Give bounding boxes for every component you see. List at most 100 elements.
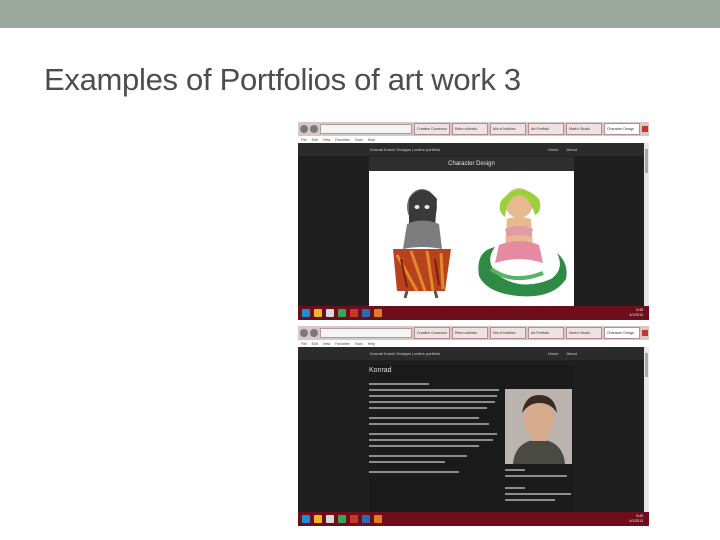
scrollbar-thumb[interactable] xyxy=(645,149,648,173)
windows-taskbar: 9:48 4/1/2013 xyxy=(298,306,649,320)
gallery-panel-title: Character Design xyxy=(369,157,574,171)
menu-tools[interactable]: Tools xyxy=(355,342,363,346)
browser-tab[interactable]: Art Portfolio xyxy=(528,123,564,135)
sidebar-text-line xyxy=(505,493,571,495)
bio-text-line xyxy=(369,445,479,447)
bio-text-line xyxy=(369,383,429,385)
browser-tab[interactable]: Creative Commons xyxy=(414,123,450,135)
creature-artwork-grey[interactable] xyxy=(387,179,457,299)
bio-text-line xyxy=(369,389,499,391)
nav-home-link[interactable]: Home xyxy=(548,351,559,356)
taskbar-clock: 9:48 4/1/2013 xyxy=(629,308,643,318)
folder-icon[interactable] xyxy=(314,309,322,317)
browser-tab-bar: Creative Commons Retro collectio Mix of … xyxy=(298,122,649,136)
address-bar[interactable] xyxy=(320,124,412,134)
browser-tab-bar: Creative Commons Retro collectio Mix of … xyxy=(298,326,649,340)
bio-text-line xyxy=(369,407,487,409)
bio-text-line xyxy=(369,423,489,425)
nav-about-link[interactable]: About xyxy=(567,351,577,356)
gallery-panel: Character Design xyxy=(369,157,574,307)
clock-date: 4/1/2013 xyxy=(629,519,643,523)
browser-screenshot-about-page: Creative Commons Retro collectio Mix of … xyxy=(298,326,649,526)
browser-tab[interactable]: Retro collectio xyxy=(452,123,488,135)
nav-about-link[interactable]: About xyxy=(567,147,577,152)
forward-icon[interactable] xyxy=(310,329,318,337)
slide-top-bar xyxy=(0,0,720,28)
browser-tab[interactable]: Creative Commons xyxy=(414,327,450,339)
browser-tab-active[interactable]: Character Design xyxy=(604,327,640,339)
sidebar-text-line xyxy=(505,475,567,477)
paint-icon[interactable] xyxy=(374,309,382,317)
menu-edit[interactable]: Edit xyxy=(312,138,318,142)
bio-text-line xyxy=(369,395,497,397)
menu-favorites[interactable]: Favorites xyxy=(335,342,349,346)
clock-time: 9:48 xyxy=(636,308,643,312)
paint-icon[interactable] xyxy=(374,515,382,523)
ie-icon[interactable] xyxy=(302,515,310,523)
browser-tab[interactable]: Mark's Studio xyxy=(566,123,602,135)
browser-menu-bar: File Edit View Favorites Tools Help xyxy=(298,340,649,347)
creature-artwork-green[interactable] xyxy=(473,181,568,299)
browser-tab[interactable]: Mix of hobbies xyxy=(490,327,526,339)
slide-title: Examples of Portfolios of art work 3 xyxy=(44,62,521,97)
browser-screenshot-character-design: Creative Commons Retro collectio Mix of … xyxy=(298,122,649,320)
powerpoint-icon[interactable] xyxy=(350,515,358,523)
site-name[interactable]: Konrad Kuech Designs | online portfolio xyxy=(370,351,440,356)
clock-time: 9:49 xyxy=(636,514,643,518)
menu-help[interactable]: Help xyxy=(368,342,375,346)
menu-view[interactable]: View xyxy=(323,138,331,142)
website-viewport: Konrad Kuech Designs | online portfolio … xyxy=(298,347,649,515)
browser-tab[interactable]: Retro collectio xyxy=(452,327,488,339)
powerpoint-icon[interactable] xyxy=(350,309,358,317)
profile-photo xyxy=(505,389,572,464)
menu-file[interactable]: File xyxy=(301,138,307,142)
page-heading: Konrad xyxy=(369,367,392,374)
clock-date: 4/1/2013 xyxy=(629,313,643,317)
folder-icon[interactable] xyxy=(314,515,322,523)
browser-tab[interactable]: Mix of hobbies xyxy=(490,123,526,135)
bio-text-line xyxy=(369,433,497,435)
bio-text-line xyxy=(369,455,467,457)
menu-tools[interactable]: Tools xyxy=(355,138,363,142)
browser-tab[interactable]: Art Portfolio xyxy=(528,327,564,339)
close-window-icon[interactable] xyxy=(642,330,648,336)
bio-text-line xyxy=(369,461,445,463)
nav-home-link[interactable]: Home xyxy=(548,147,559,152)
browser-tab-active[interactable]: Character Design xyxy=(604,123,640,135)
media-icon[interactable] xyxy=(326,309,334,317)
word-icon[interactable] xyxy=(362,515,370,523)
forward-icon[interactable] xyxy=(310,125,318,133)
website-viewport: Konrad Kuech Designs | online portfolio … xyxy=(298,143,649,307)
back-icon[interactable] xyxy=(300,329,308,337)
excel-icon[interactable] xyxy=(338,309,346,317)
scrollbar[interactable] xyxy=(644,347,649,512)
browser-menu-bar: File Edit View Favorites Tools Help xyxy=(298,136,649,143)
menu-file[interactable]: File xyxy=(301,342,307,346)
bio-text-line xyxy=(369,401,495,403)
bio-text-line xyxy=(369,439,493,441)
bio-text-line xyxy=(369,471,459,473)
site-header: Konrad Kuech Designs | online portfolio … xyxy=(298,347,649,360)
browser-tab[interactable]: Mark's Studio xyxy=(566,327,602,339)
sidebar-text-line xyxy=(505,469,525,471)
site-header: Konrad Kuech Designs | online portfolio … xyxy=(298,143,649,156)
bio-text-line xyxy=(369,417,479,419)
sidebar-text-line xyxy=(505,499,555,501)
address-bar[interactable] xyxy=(320,328,412,338)
ie-icon[interactable] xyxy=(302,309,310,317)
taskbar-clock: 9:49 4/1/2013 xyxy=(629,514,643,524)
menu-edit[interactable]: Edit xyxy=(312,342,318,346)
sidebar-text-line xyxy=(505,487,525,489)
menu-view[interactable]: View xyxy=(323,342,331,346)
back-icon[interactable] xyxy=(300,125,308,133)
menu-help[interactable]: Help xyxy=(368,138,375,142)
word-icon[interactable] xyxy=(362,309,370,317)
site-name[interactable]: Konrad Kuech Designs | online portfolio xyxy=(370,147,440,152)
scrollbar-thumb[interactable] xyxy=(645,353,648,377)
menu-favorites[interactable]: Favorites xyxy=(335,138,349,142)
scrollbar[interactable] xyxy=(644,143,649,306)
windows-taskbar: 9:49 4/1/2013 xyxy=(298,512,649,526)
media-icon[interactable] xyxy=(326,515,334,523)
close-window-icon[interactable] xyxy=(642,126,648,132)
excel-icon[interactable] xyxy=(338,515,346,523)
